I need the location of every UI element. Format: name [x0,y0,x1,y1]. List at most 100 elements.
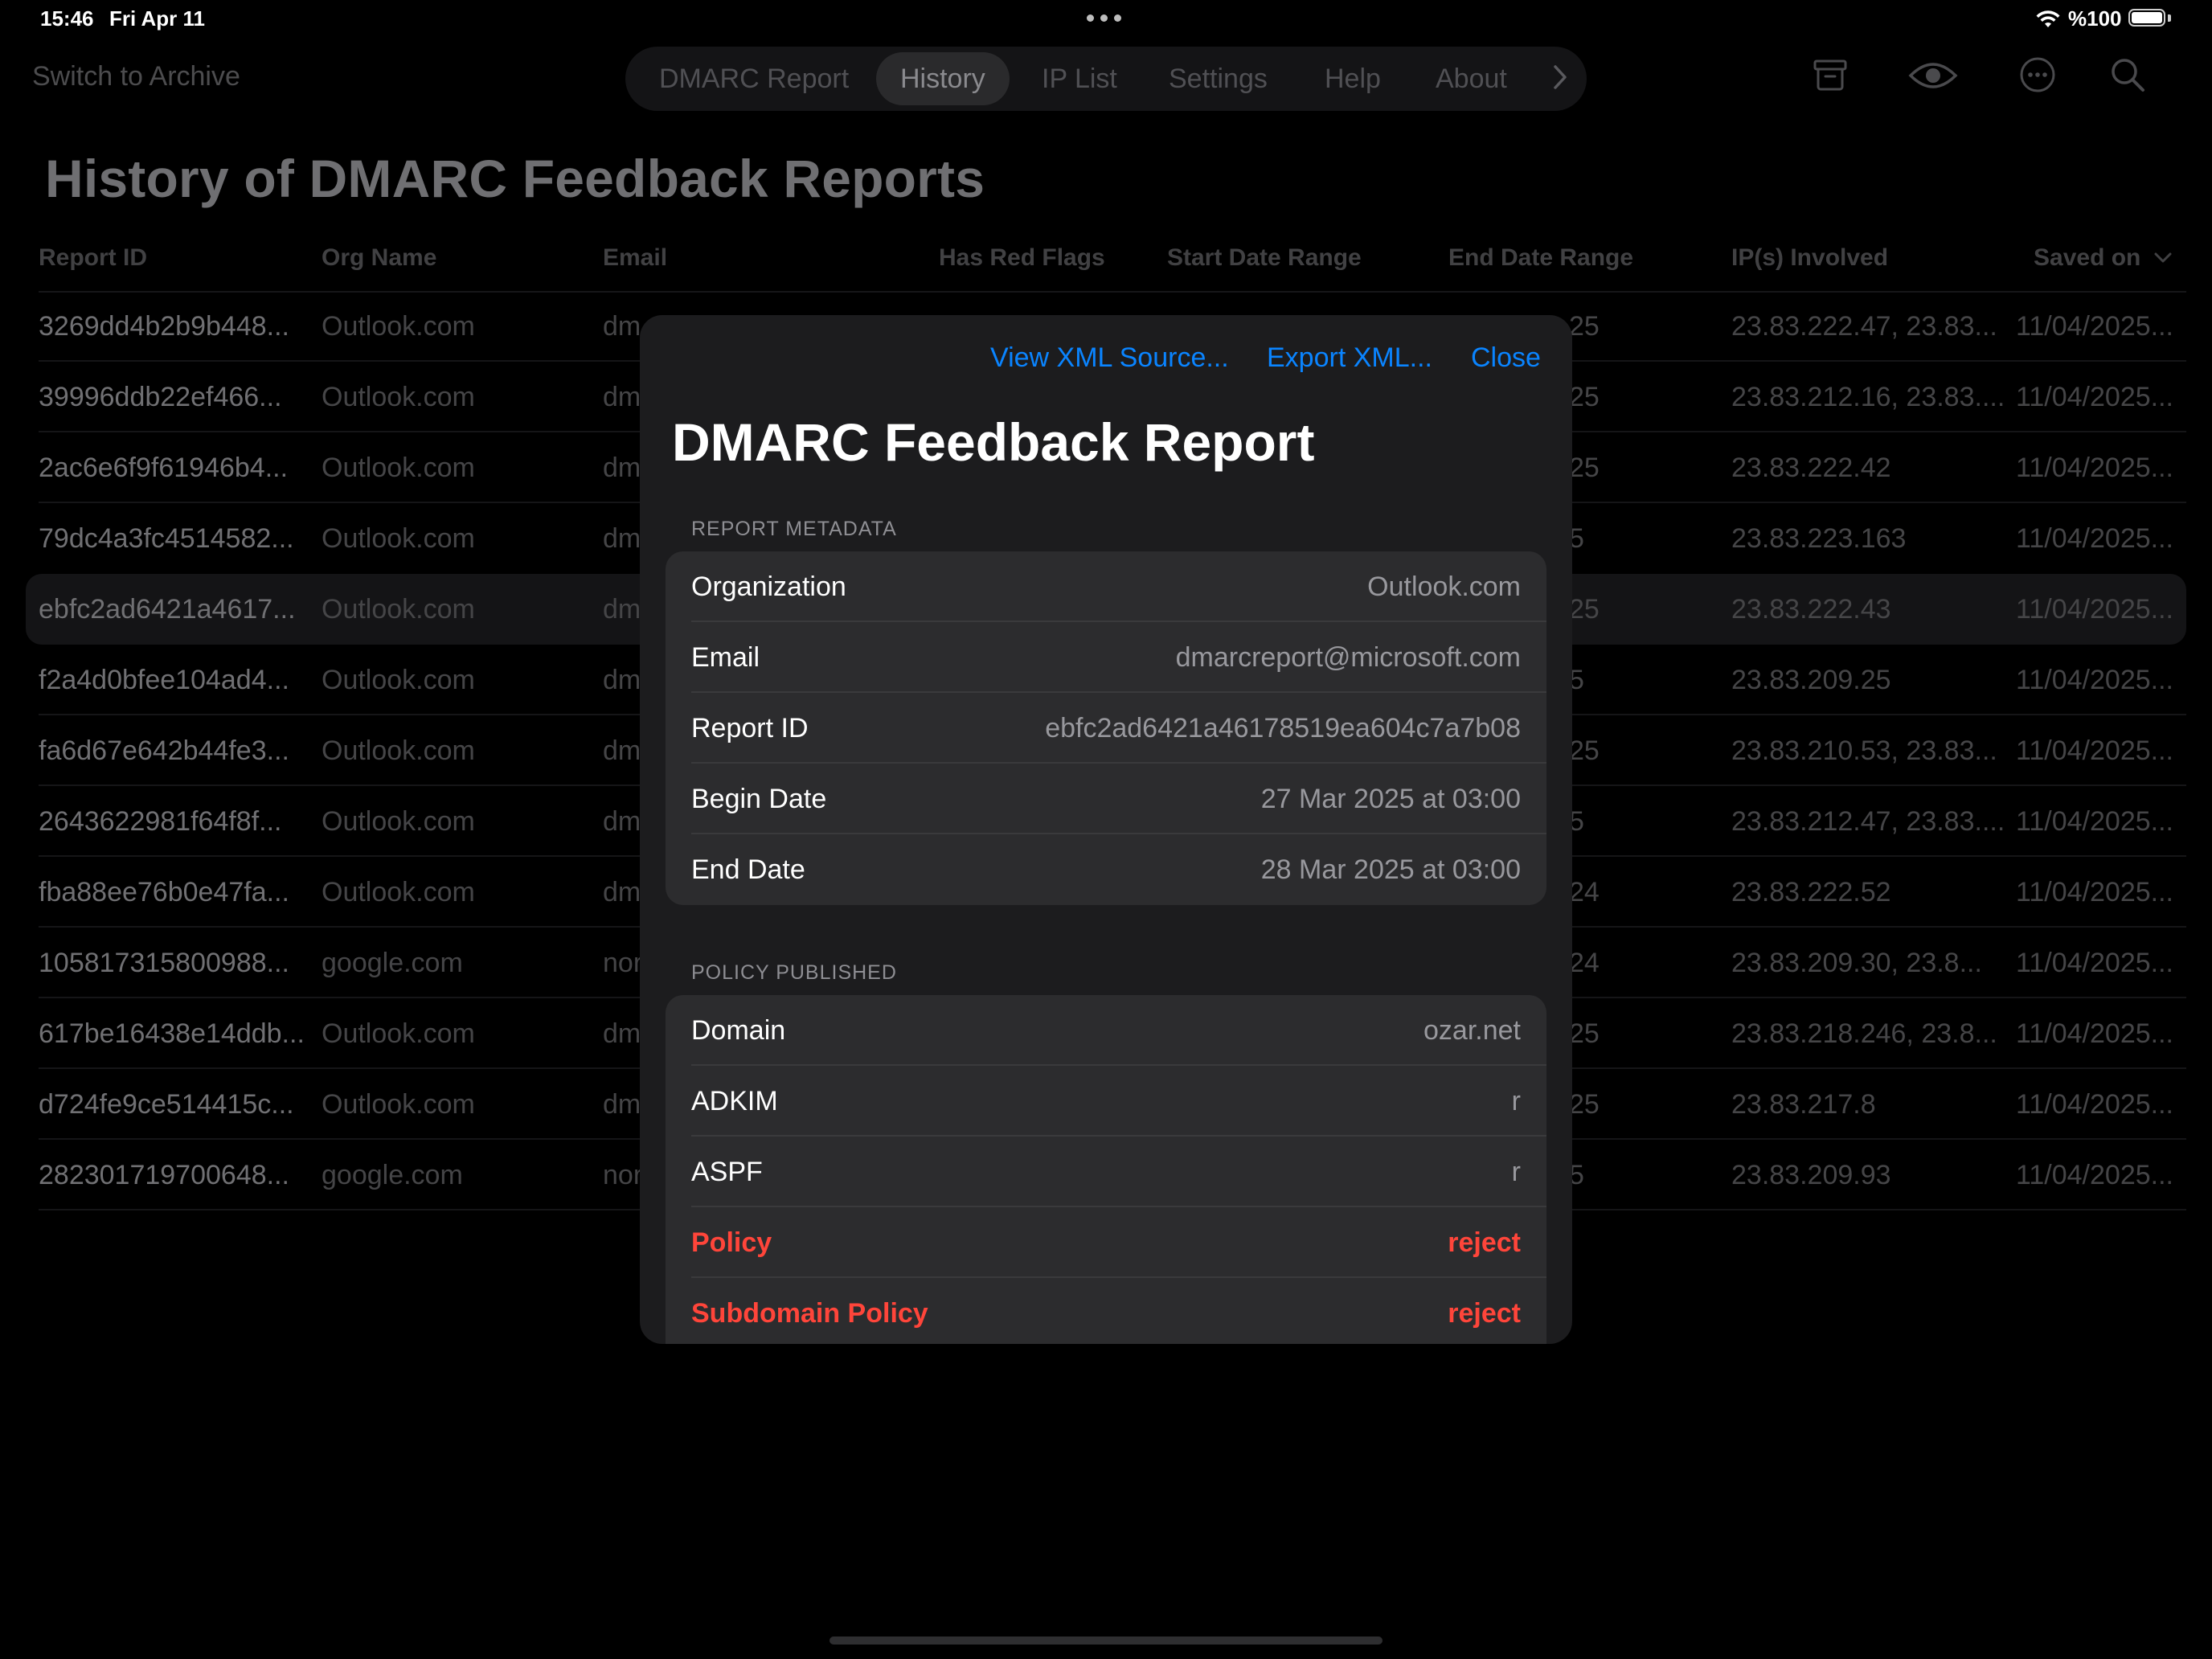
cell-org-name: Outlook.com [322,311,475,342]
cell-saved-on: 11/04/2025... [2016,877,2173,907]
cell-ips-involved: 23.83.222.47, 23.83... [1731,311,1997,342]
policy-label: Domain [691,1015,786,1046]
column-header-start-date-range[interactable]: Start Date Range [1167,244,1362,272]
eye-icon[interactable] [1908,59,1958,92]
metadata-value: 27 Mar 2025 at 03:00 [1260,784,1521,814]
metadata-row: Email dmarcreport@microsoft.com [666,622,1546,693]
cell-saved-on: 11/04/2025... [2016,311,2173,342]
cell-report-id: 282301719700648... [39,1160,289,1190]
tab-ip-list[interactable]: IP List [1042,47,1117,111]
switch-to-archive-button[interactable]: Switch to Archive [32,61,240,92]
cell-ips-involved: 23.83.222.42 [1731,453,1891,483]
cell-report-id: fa6d67e642b44fe3... [39,735,289,766]
cell-saved-on: 11/04/2025... [2016,806,2173,837]
home-indicator[interactable] [830,1636,1382,1645]
cell-end-date-range: 25 [1569,1089,1600,1120]
metadata-row: Report ID ebfc2ad6421a46178519ea604c7a7b0… [666,693,1546,764]
policy-row: ASPF r [666,1137,1546,1207]
cell-saved-on: 11/04/2025... [2016,382,2173,412]
cell-report-id: 617be16438e14ddb... [39,1018,305,1049]
column-header-report-id[interactable]: Report ID [39,244,147,272]
tab-bar: DMARC Report History IP List Settings He… [625,47,1587,111]
metadata-label: Report ID [691,713,809,743]
column-header-org-name[interactable]: Org Name [322,244,436,272]
cell-saved-on: 11/04/2025... [2016,735,2173,766]
cell-report-id: 2ac6e6f9f61946b4... [39,453,289,483]
cell-report-id: ebfc2ad6421a4617... [39,594,296,625]
cell-report-id: 3269dd4b2b9b448... [39,311,289,342]
tab-dmarc-report[interactable]: DMARC Report [659,47,849,111]
sheet-title: DMARC Feedback Report [672,412,1315,472]
sort-chevron-down-icon[interactable] [2154,252,2172,264]
chevron-right-icon[interactable] [1553,64,1567,90]
policy-row: Domain ozar.net [666,995,1546,1066]
cell-saved-on: 11/04/2025... [2016,1160,2173,1190]
cell-org-name: Outlook.com [322,877,475,907]
cell-org-name: Outlook.com [322,382,475,412]
policy-value: r [1511,1157,1521,1187]
metadata-row: End Date 28 Mar 2025 at 03:00 [666,834,1546,905]
cell-saved-on: 11/04/2025... [2016,1089,2173,1120]
cell-org-name: Outlook.com [322,453,475,483]
cell-report-id: fba88ee76b0e47fa... [39,877,289,907]
metadata-label: Email [691,642,760,673]
status-date: Fri Apr 11 [109,6,205,31]
cell-ips-involved: 23.83.223.163 [1731,523,1907,554]
cell-ips-involved: 23.83.218.246, 23.8... [1731,1018,1997,1049]
policy-label: Policy [691,1227,772,1258]
close-button[interactable]: Close [1471,342,1541,374]
column-header-end-date-range[interactable]: End Date Range [1448,244,1633,272]
status-time: 15:46 [40,6,94,31]
column-header-saved-on[interactable]: Saved on [2034,244,2140,272]
metadata-row: Organization Outlook.com [666,551,1546,622]
policy-label: ASPF [691,1157,763,1187]
tab-help[interactable]: Help [1325,47,1381,111]
cell-saved-on: 11/04/2025... [2016,948,2173,978]
column-header-ips-involved[interactable]: IP(s) Involved [1731,244,1888,272]
cell-end-date-range: 5 [1569,806,1584,837]
view-xml-source-button[interactable]: View XML Source... [990,342,1229,374]
metadata-label: Begin Date [691,784,827,814]
battery-percent: %100 [2068,6,2122,31]
battery-icon [2128,9,2165,27]
tab-about[interactable]: About [1436,47,1507,111]
cell-ips-involved: 23.83.222.52 [1731,877,1891,907]
cell-org-name: Outlook.com [322,665,475,695]
column-header-has-red-flags[interactable]: Has Red Flags [939,244,1105,272]
policy-label: Subdomain Policy [691,1298,928,1329]
multitasking-dots-icon[interactable] [1087,14,1121,22]
cell-end-date-range: 25 [1569,453,1600,483]
cell-org-name: Outlook.com [322,594,475,625]
policy-label: ADKIM [691,1086,778,1116]
cell-end-date-range: 25 [1569,1018,1600,1049]
report-metadata-group: Organization Outlook.com Email dmarcreport@… [666,551,1546,905]
search-icon[interactable] [2109,56,2146,93]
cell-org-name: Outlook.com [322,806,475,837]
column-header-email[interactable]: Email [603,244,667,272]
cell-org-name: Outlook.com [322,523,475,554]
cell-report-id: f2a4d0bfee104ad4... [39,665,289,695]
cell-saved-on: 11/04/2025... [2016,453,2173,483]
cell-ips-involved: 23.83.212.16, 23.83.... [1731,382,2005,412]
section-header-policy-published: POLICY PUBLISHED [691,961,897,984]
cell-report-id: 105817315800988... [39,948,289,978]
metadata-value: Outlook.com [1367,571,1521,602]
cell-saved-on: 11/04/2025... [2016,1018,2173,1049]
policy-row: ADKIM r [666,1066,1546,1137]
tab-settings[interactable]: Settings [1169,47,1268,111]
archive-box-icon[interactable] [1812,56,1849,93]
cell-ips-involved: 23.83.222.43 [1731,594,1891,625]
more-options-icon[interactable] [2019,56,2056,93]
cell-report-id: d724fe9ce514415c... [39,1089,294,1120]
cell-end-date-range: 25 [1569,382,1600,412]
cell-end-date-range: 24 [1569,948,1600,978]
export-xml-button[interactable]: Export XML... [1267,342,1432,374]
policy-value: ozar.net [1423,1015,1521,1046]
cell-org-name: google.com [322,1160,463,1190]
cell-ips-involved: 23.83.217.8 [1731,1089,1876,1120]
cell-saved-on: 11/04/2025... [2016,523,2173,554]
metadata-row: Begin Date 27 Mar 2025 at 03:00 [666,764,1546,834]
cell-ips-involved: 23.83.209.25 [1731,665,1891,695]
tab-history[interactable]: History [876,52,1010,105]
cell-report-id: 79dc4a3fc4514582... [39,523,294,554]
